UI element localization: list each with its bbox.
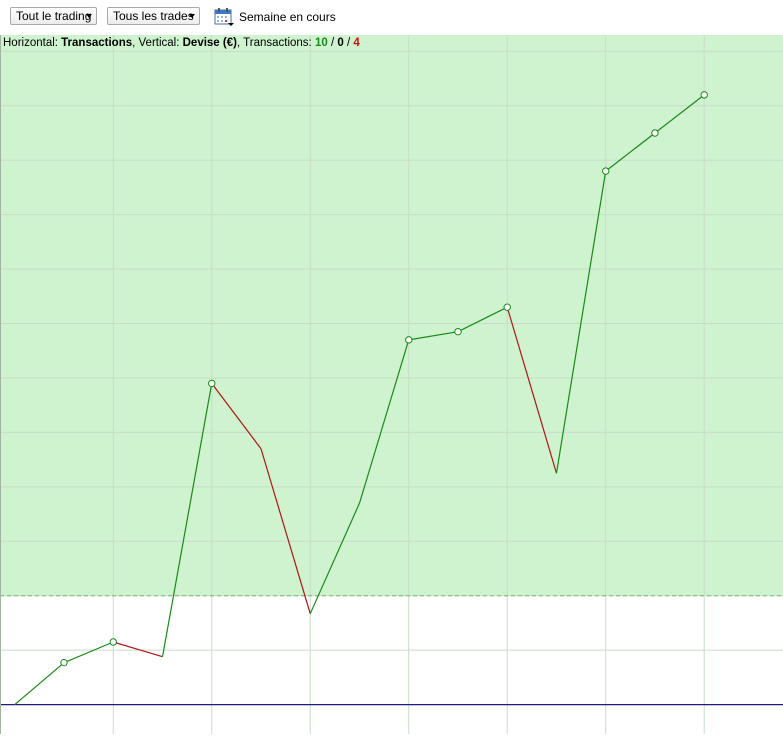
below-zone — [0, 595, 783, 734]
equity-chart — [0, 35, 783, 734]
period-label: Semaine en cours — [239, 10, 336, 24]
trading-filter-dropdown[interactable]: Tout le trading — [10, 7, 97, 25]
period-selector[interactable]: Semaine en cours — [214, 7, 336, 27]
trading-filter-label: Tout le trading — [16, 9, 92, 23]
data-point — [405, 336, 413, 344]
calendar-icon — [214, 7, 234, 27]
legend-separator: / — [327, 37, 338, 49]
equity-chart-svg — [0, 35, 783, 734]
legend-losses-count: 4 — [353, 37, 360, 49]
toolbar: Tout le trading Tous les trades Semaine … — [0, 0, 783, 34]
data-point — [454, 327, 462, 336]
data-point — [602, 167, 610, 175]
legend-vertical-prefix: , Vertical: — [132, 37, 183, 49]
trades-filter-label: Tous les trades — [113, 9, 194, 23]
legend-transactions-prefix: , Transactions: — [236, 37, 315, 49]
data-point — [208, 379, 216, 388]
chevron-down-icon — [189, 14, 195, 18]
legend-vertical-value: Devise (€) — [182, 37, 237, 49]
data-point — [60, 658, 68, 667]
data-point — [700, 91, 708, 99]
chart-legend: Horizontal: Transactions, Vertical: Devi… — [3, 37, 360, 49]
chevron-down-icon — [86, 14, 92, 18]
trades-filter-dropdown[interactable]: Tous les trades — [107, 7, 200, 25]
legend-horizontal-value: Transactions — [61, 37, 133, 49]
profit-zone — [0, 35, 783, 596]
legend-separator: / — [343, 37, 354, 49]
data-point — [109, 638, 117, 646]
legend-wins-count: 10 — [314, 37, 328, 49]
data-point — [651, 129, 659, 137]
data-point — [503, 303, 511, 311]
legend-horizontal-prefix: Horizontal: — [3, 37, 62, 49]
